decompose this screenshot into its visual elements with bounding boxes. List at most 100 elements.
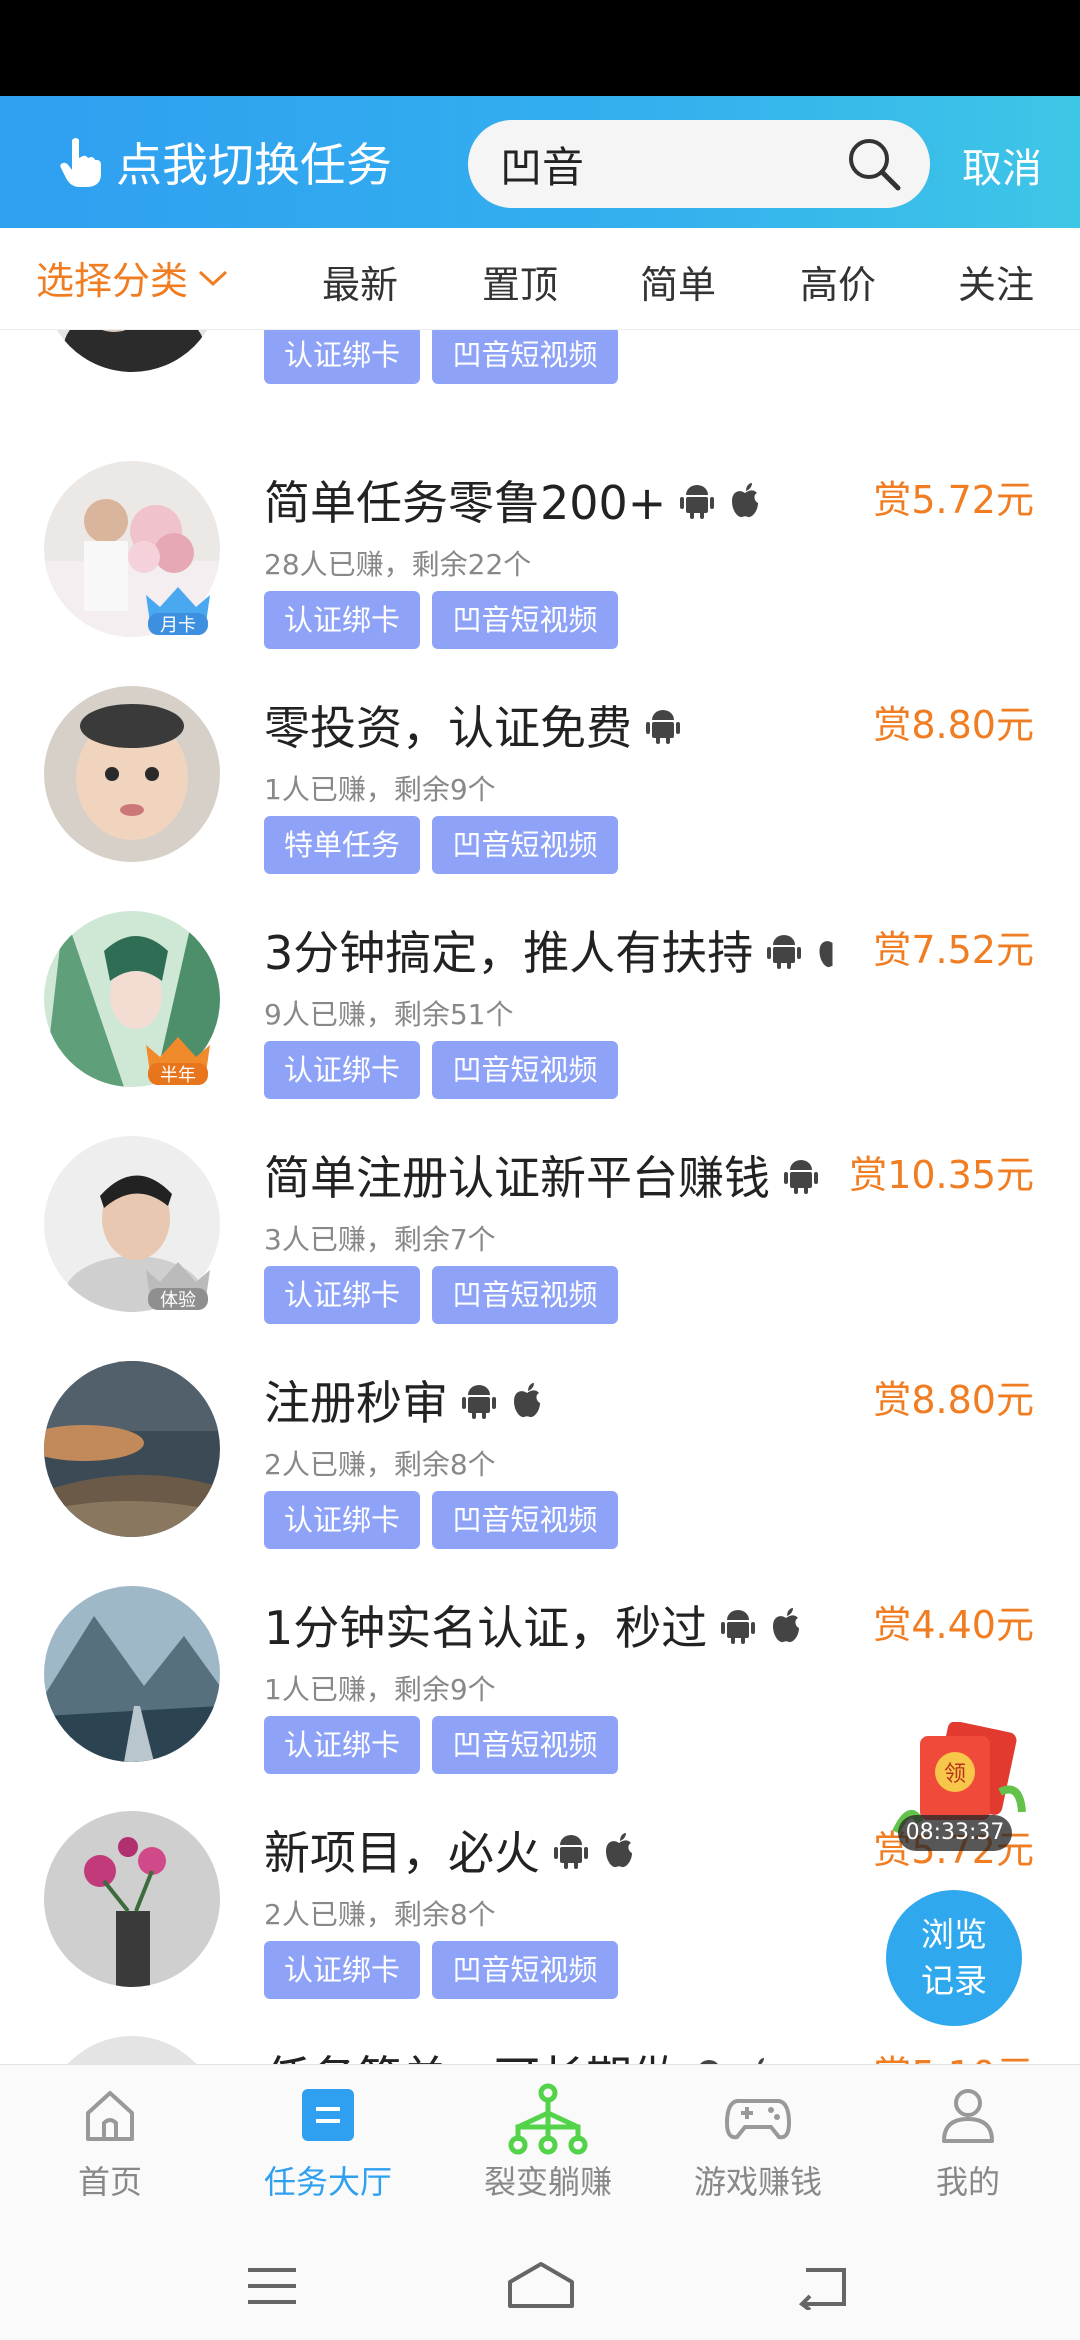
task-reward: 赏8.80元 xyxy=(873,1378,1034,1422)
badge-label: 体验 xyxy=(160,1290,196,1311)
history-line2: 记录 xyxy=(921,1961,987,2000)
task-meta: 28人已赚，剩余22个 xyxy=(264,548,532,581)
system-nav-bar xyxy=(0,2232,1080,2340)
tag: 凹音短视频 xyxy=(432,1941,618,1999)
tag: 凹音短视频 xyxy=(432,1041,618,1099)
countdown-timer: 08:33:37 xyxy=(898,1815,1012,1851)
task-meta: 2人已赚，剩余8个 xyxy=(264,1898,496,1931)
android-icon xyxy=(680,485,715,519)
nav-label: 游戏赚钱 xyxy=(693,2163,822,2201)
tag: 凹音短视频 xyxy=(432,591,618,649)
home-icon xyxy=(86,2091,134,2141)
task-item[interactable]: 零投资，认证免费 1人已赚，剩余9个 赏8.80元 特单任务 凹音短视频 xyxy=(0,686,1080,911)
filter-bar: 选择分类 最新 置顶 简单 高价 关注 xyxy=(0,228,1080,330)
cancel-button[interactable]: 取消 xyxy=(962,136,1042,194)
nav-game-earn[interactable]: 游戏赚钱 xyxy=(658,2083,858,2203)
bottom-nav: 首页 任务大厅 裂变躺赚 游戏赚钱 我的 xyxy=(0,2064,1080,2232)
tab-pinned[interactable]: 置顶 xyxy=(482,254,558,309)
pointer-hand-icon xyxy=(60,138,101,187)
home-key-icon[interactable] xyxy=(506,2260,576,2310)
tag: 凹音短视频 xyxy=(432,816,618,874)
task-title: 零投资，认证免费 xyxy=(264,692,680,758)
task-title-text: 3分钟搞定，推人有扶持 xyxy=(264,926,754,980)
task-item[interactable]: 体验 简单注册认证新平台赚钱 3人已赚，剩余7个 赏10.35元 认证绑卡 凹音… xyxy=(0,1136,1080,1361)
back-icon[interactable] xyxy=(796,2262,852,2310)
tag: 凹音短视频 xyxy=(432,1716,618,1774)
nav-share-earn[interactable]: 裂变躺赚 xyxy=(448,2083,648,2203)
browse-history-button[interactable]: 浏览 记录 xyxy=(886,1890,1022,2026)
nav-label: 首页 xyxy=(77,2163,142,2201)
android-icon xyxy=(462,1385,496,1419)
search-input[interactable]: 凹音 xyxy=(468,120,930,208)
task-title: 简单注册认证新平台赚钱 xyxy=(264,1142,818,1208)
tag: 凹音短视频 xyxy=(432,1491,618,1549)
task-title: 简单任务零鲁200+ xyxy=(264,467,762,533)
nav-home[interactable]: 首页 xyxy=(10,2083,210,2203)
tag: 认证绑卡 xyxy=(264,1041,420,1099)
vip-badge-icon: 月卡 xyxy=(146,587,210,636)
task-item[interactable]: 认证绑卡 凹音短视频 xyxy=(0,330,1080,421)
nav-mine[interactable]: 我的 xyxy=(868,2083,1068,2203)
task-title-text: 简单注册认证新平台赚钱 xyxy=(264,1151,770,1205)
task-title-text: 零投资，认证免费 xyxy=(264,701,632,755)
task-reward: 赏5.72元 xyxy=(873,478,1034,522)
history-line1: 浏览 xyxy=(921,1915,987,1954)
android-icon xyxy=(721,1610,756,1644)
tag: 特单任务 xyxy=(264,816,420,874)
avatar xyxy=(44,330,220,372)
android-icon xyxy=(646,710,680,744)
task-hall-icon xyxy=(302,2089,354,2141)
task-reward: 赏10.35元 xyxy=(849,1153,1034,1197)
share-tree-icon xyxy=(508,2083,588,2155)
avatar xyxy=(44,1361,220,1537)
tag: 凹音短视频 xyxy=(432,330,618,384)
nav-label: 任务大厅 xyxy=(263,2163,392,2201)
user-icon xyxy=(942,2089,994,2143)
task-meta: 3人已赚，剩余7个 xyxy=(264,1223,496,1256)
menu-icon[interactable] xyxy=(244,2264,300,2308)
task-title-text: 简单任务零鲁200+ xyxy=(264,476,667,530)
android-icon xyxy=(784,1160,818,1194)
switch-task-button[interactable]: 点我切换任务 xyxy=(58,129,392,195)
tag: 认证绑卡 xyxy=(264,1491,420,1549)
nav-task-hall[interactable]: 任务大厅 xyxy=(228,2083,428,2203)
task-item[interactable]: 任务简单，可长期做 赏5.10元 xyxy=(0,2036,1080,2064)
tag: 认证绑卡 xyxy=(264,330,420,384)
task-title: 新项目，必火 xyxy=(264,1817,636,1883)
task-reward: 赏8.80元 xyxy=(873,703,1034,747)
header: 点我切换任务 凹音 取消 xyxy=(0,96,1080,228)
gamepad-icon xyxy=(724,2099,792,2140)
task-item[interactable]: 月卡 简单任务零鲁200+ 28人已赚，剩余22个 赏5.72元 认证绑卡 凹音… xyxy=(0,461,1080,686)
tag: 认证绑卡 xyxy=(264,1716,420,1774)
tab-latest[interactable]: 最新 xyxy=(322,254,398,309)
nav-label: 我的 xyxy=(935,2163,1000,2201)
category-select[interactable]: 选择分类 xyxy=(36,250,230,305)
android-icon xyxy=(554,1835,588,1869)
apple-icon xyxy=(758,2058,764,2064)
task-reward: 赏5.10元 xyxy=(873,2044,1034,2064)
tab-high-price[interactable]: 高价 xyxy=(800,254,876,309)
task-item[interactable]: 半年 3分钟搞定，推人有扶持 9人已赚，剩余51个 赏7.52元 认证绑卡 凹音… xyxy=(0,911,1080,1136)
badge-label: 半年 xyxy=(160,1065,196,1086)
task-title-text: 新项目，必火 xyxy=(264,1826,540,1880)
task-meta: 2人已赚，剩余8个 xyxy=(264,1448,496,1481)
search-text[interactable]: 凹音 xyxy=(500,134,844,195)
tag: 认证绑卡 xyxy=(264,1266,420,1324)
apple-icon xyxy=(819,941,833,968)
task-title: 注册秒审 xyxy=(264,1367,544,1433)
switch-task-label: 点我切换任务 xyxy=(116,138,392,192)
task-title: 3分钟搞定，推人有扶持 xyxy=(264,917,833,983)
apple-icon xyxy=(732,483,759,518)
apple-icon xyxy=(606,1833,632,1868)
task-title-text: 1分钟实名认证，秒过 xyxy=(264,1601,708,1655)
tag: 认证绑卡 xyxy=(264,591,420,649)
avatar xyxy=(44,2036,220,2064)
search-icon[interactable] xyxy=(844,134,904,194)
status-bar xyxy=(0,0,1080,96)
tab-simple[interactable]: 简单 xyxy=(640,254,716,309)
task-meta: 1人已赚，剩余9个 xyxy=(264,1673,496,1706)
nav-label: 裂变躺赚 xyxy=(483,2163,612,2201)
task-item[interactable]: 注册秒审 2人已赚，剩余8个 赏8.80元 认证绑卡 凹音短视频 xyxy=(0,1361,1080,1586)
tab-following[interactable]: 关注 xyxy=(958,254,1034,309)
task-title: 1分钟实名认证，秒过 xyxy=(264,1592,803,1658)
